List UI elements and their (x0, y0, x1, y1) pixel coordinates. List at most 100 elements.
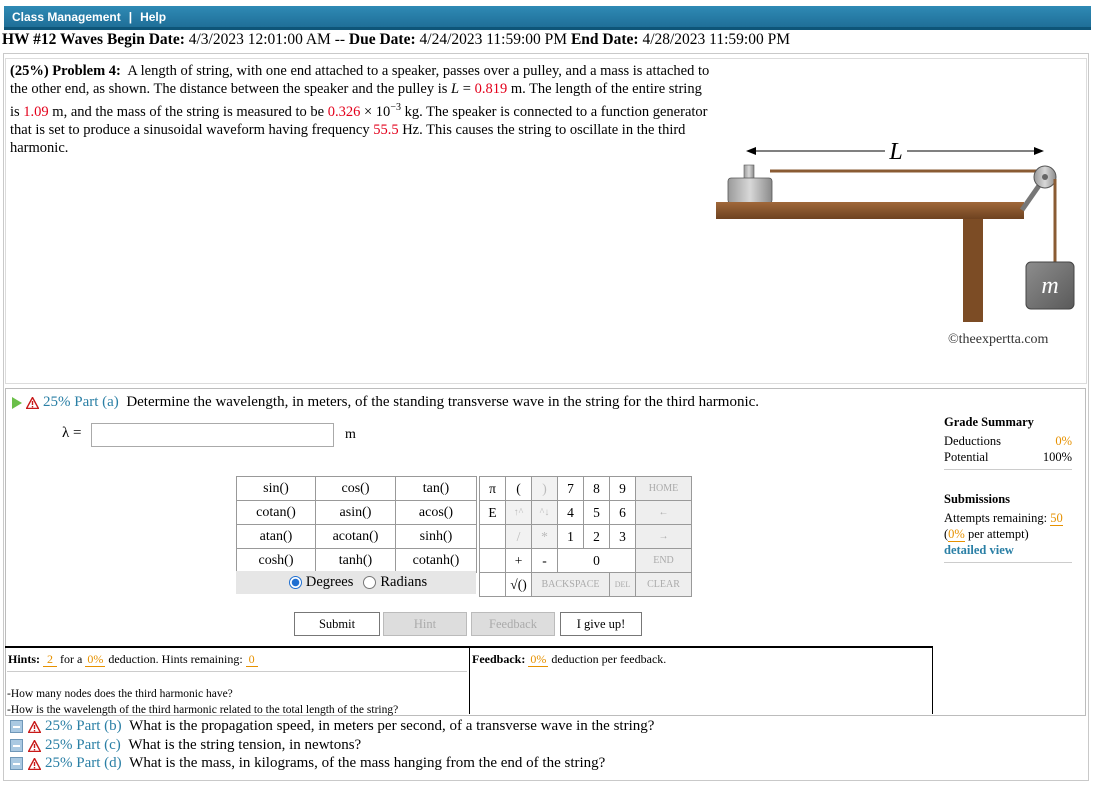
hint-2: -How is the wavelength of the third harm… (7, 704, 399, 716)
hints-count: 2 (43, 652, 58, 667)
detailed-view-link[interactable]: detailed view (944, 543, 1014, 557)
key-cos[interactable]: cos() (315, 476, 396, 501)
hints-summary: Hints: 2 for a 0% deduction. Hints remai… (5, 648, 469, 671)
feedback-summary: Feedback: 0% deduction per feedback. (472, 652, 667, 667)
part-c-row[interactable]: 25% Part (c) What is the string tension,… (10, 737, 361, 754)
hint-button[interactable]: Hint (383, 612, 467, 636)
give-up-button[interactable]: I give up! (560, 612, 642, 636)
key-right-arrow[interactable]: → (635, 524, 692, 549)
key-cotanh[interactable]: cotanh() (395, 548, 477, 573)
part-b-percent: 25% Part (b) (45, 718, 122, 734)
key-up[interactable]: ↑^ (505, 500, 532, 525)
key-9[interactable]: 9 (609, 476, 636, 501)
number-keypad: π ( ) 7 8 9 HOME E ↑^ ^↓ 4 5 6 ← / * 1 2… (479, 476, 692, 597)
part-d-row[interactable]: 25% Part (d) What is the mass, in kilogr… (10, 755, 605, 772)
part-d-question: What is the mass, in kilograms, of the m… (129, 755, 606, 771)
key-down[interactable]: ^↓ (531, 500, 558, 525)
menu-separator: | (128, 9, 133, 24)
mass-label: m (1041, 273, 1058, 299)
feedback-panel: Feedback: 0% deduction per feedback. (469, 646, 933, 714)
warning-icon (28, 720, 41, 733)
copyright-text: ©theexpertta.com (948, 332, 1049, 347)
key-0[interactable]: 0 (557, 548, 636, 573)
dash: -- (334, 31, 346, 48)
key-5[interactable]: 5 (583, 500, 610, 525)
angle-mode-row: Degrees Radians (236, 571, 476, 594)
attempts-remaining: 50 (1050, 511, 1063, 526)
key-left-arrow[interactable]: ← (635, 500, 692, 525)
dimension-arrow-left (746, 147, 756, 155)
key-multiply[interactable]: * (531, 524, 558, 549)
key-asin[interactable]: asin() (315, 500, 396, 525)
collapsed-box-icon[interactable] (10, 720, 23, 733)
submissions-title: Submissions (944, 492, 1011, 506)
key-end[interactable]: END (635, 548, 692, 573)
radians-radio[interactable] (363, 576, 377, 589)
key-plus[interactable]: + (505, 548, 532, 573)
function-keypad: sin() cos() tan() cotan() asin() acos() … (236, 476, 477, 573)
warning-icon (28, 739, 41, 752)
begin-date: 4/3/2023 12:01:00 AM (188, 31, 331, 48)
key-3[interactable]: 3 (609, 524, 636, 549)
collapsed-box-icon[interactable] (10, 739, 23, 752)
key-tanh[interactable]: tanh() (315, 548, 396, 573)
key-6[interactable]: 6 (609, 500, 636, 525)
key-sinh[interactable]: sinh() (395, 524, 477, 549)
key-lparen[interactable]: ( (505, 476, 532, 501)
answer-unit: m (345, 427, 356, 442)
key-acos[interactable]: acos() (395, 500, 477, 525)
menu-help[interactable]: Help (140, 10, 166, 24)
key-8[interactable]: 8 (583, 476, 610, 501)
expand-arrow-icon[interactable] (12, 396, 22, 409)
feedback-button[interactable]: Feedback (471, 612, 555, 636)
key-7[interactable]: 7 (557, 476, 584, 501)
end-date: 4/28/2023 11:59:00 PM (642, 31, 790, 48)
key-2[interactable]: 2 (583, 524, 610, 549)
key-divide[interactable]: / (505, 524, 532, 549)
key-4[interactable]: 4 (557, 500, 584, 525)
deductions-label: Deductions (944, 434, 1001, 448)
key-sin[interactable]: sin() (236, 476, 316, 501)
key-sqrt[interactable]: √() (505, 572, 532, 597)
collapsed-box-icon[interactable] (10, 757, 23, 770)
key-home[interactable]: HOME (635, 476, 692, 501)
key-atan[interactable]: atan() (236, 524, 316, 549)
key-clear[interactable]: CLEAR (635, 572, 692, 597)
length-value: 1.09 (23, 103, 49, 120)
warning-icon (28, 757, 41, 770)
key-del[interactable]: DEL (609, 572, 636, 597)
part-c-question: What is the string tension, in newtons? (128, 737, 362, 753)
string-mass-value: 0.326 (327, 103, 361, 120)
dimension-arrow-right (1034, 147, 1044, 155)
key-1[interactable]: 1 (557, 524, 584, 549)
hw-title: HW #12 Waves (2, 31, 104, 48)
key-cosh[interactable]: cosh() (236, 548, 316, 573)
answer-variable-label: λ = (62, 425, 82, 441)
answer-input[interactable] (91, 423, 334, 447)
hints-panel: Hints: 2 for a 0% deduction. Hints remai… (5, 646, 469, 716)
key-tan[interactable]: tan() (395, 476, 477, 501)
grade-summary: Grade Summary Deductions 0% Potential 100%… (944, 415, 1072, 567)
table-leg (963, 219, 983, 322)
key-pi[interactable]: π (479, 476, 506, 501)
speaker-body (727, 177, 773, 204)
part-a-question: Determine the wavelength, in meters, of … (126, 394, 760, 410)
begin-label: Begin Date: (106, 31, 185, 48)
key-backspace[interactable]: BACKSPACE (531, 572, 610, 597)
frequency-value: 55.5 (373, 121, 399, 138)
key-minus[interactable]: - (531, 548, 558, 573)
menu-class-management[interactable]: Class Management (12, 10, 121, 24)
key-blank (479, 524, 506, 549)
key-rparen[interactable]: ) (531, 476, 558, 501)
per-attempt-pct: 0% (948, 527, 965, 542)
key-cotan[interactable]: cotan() (236, 500, 316, 525)
submit-button[interactable]: Submit (294, 612, 380, 636)
due-date: 4/24/2023 11:59:00 PM (419, 31, 568, 48)
table-top (716, 202, 1024, 219)
degrees-label: Degrees (305, 574, 354, 590)
degrees-radio[interactable] (288, 576, 302, 589)
part-b-row[interactable]: 25% Part (b) What is the propagation spe… (10, 718, 654, 735)
potential-label: Potential (944, 450, 989, 464)
key-e[interactable]: E (479, 500, 506, 525)
key-acotan[interactable]: acotan() (315, 524, 396, 549)
